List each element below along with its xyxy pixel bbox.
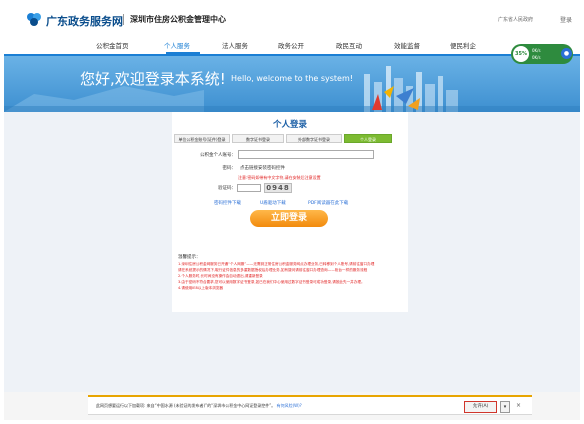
upload-speed: 0K/s: [532, 48, 541, 53]
nav-item-personal[interactable]: 个人服务: [164, 40, 190, 50]
account-input[interactable]: [238, 150, 374, 159]
site-title[interactable]: 广东政务服务网: [46, 13, 123, 29]
nav-item-convenience[interactable]: 便民利企: [450, 40, 476, 50]
nav-item-interaction[interactable]: 政民互动: [336, 40, 362, 50]
notice-line: 1.深圳住房公积金网服务已开通“个人网服”——无需到正常住房公积金服务网点办理业…: [178, 262, 375, 266]
usb-driver-download-link[interactable]: U盾驱动下载: [260, 200, 286, 206]
nav-item-supervision[interactable]: 效能监督: [394, 40, 420, 50]
notice-line: 3.由于密码不符合要求,您可以使用数字证书登录,如已在我们中心使用过数字证书登录…: [178, 280, 365, 284]
decorative-leaf-icon: [372, 86, 420, 110]
portal-link[interactable]: 广东省人民政府: [498, 16, 533, 23]
addon-notification-bar: 此网页想要运行以下加载项: 来自“中国水源 (未验证的发布者)”的“深圳市公积金…: [88, 395, 532, 415]
captcha-label: 验证码：: [218, 186, 236, 191]
speed-percent: 35%: [513, 46, 529, 62]
notice-title: 温馨提示：: [178, 255, 201, 260]
site-header: 广东政务服务网 深圳市住房公积金管理中心 广东省人民政府 登录: [4, 4, 580, 34]
nav-item-home[interactable]: 公积金首页: [96, 40, 129, 50]
main-content: 个人登录 单位公积金账号(证件)登录 数字证书登录 外部数字证书登录 个人登录 …: [4, 112, 580, 392]
guangdong-logo-icon: [27, 13, 41, 26]
header-login-link[interactable]: 登录: [560, 15, 572, 24]
download-speed: 0K/s: [532, 55, 541, 60]
hero-subtitle: Hello, welcome to the system!: [231, 74, 353, 83]
allow-button[interactable]: 允许(A): [464, 401, 497, 413]
speed-widget-toggle-icon[interactable]: ●: [561, 48, 572, 59]
header-divider: [123, 14, 124, 25]
account-label: 公积金个人账号：: [200, 153, 236, 158]
risk-info-link[interactable]: 有何风险(W)?: [277, 403, 302, 408]
captcha-image[interactable]: 0948: [264, 183, 292, 193]
password-control-hint[interactable]: 点击链接安装密码控件: [240, 165, 285, 171]
login-button[interactable]: 立即登录: [250, 210, 328, 227]
hero-title: 您好,欢迎登录本系统!: [80, 70, 226, 88]
tab-digital-cert[interactable]: 数字证书登录: [232, 134, 284, 143]
pdf-reader-download-link[interactable]: PDF阅读器在此下载: [308, 200, 348, 206]
notice-line: 4.请使用IE8以上版本浏览器: [178, 286, 223, 290]
tab-unit-account[interactable]: 单位公积金账号(证件)登录: [174, 134, 230, 143]
active-nav-underline: [166, 52, 200, 54]
notification-text: 此网页想要运行以下加载项: 来自“中国水源 (未验证的发布者)”的“深圳市公积金…: [96, 403, 302, 408]
browser-bottom-area: 此网页想要运行以下加载项: 来自“中国水源 (未验证的发布者)”的“深圳市公积金…: [4, 392, 580, 420]
captcha-input[interactable]: [237, 184, 261, 192]
nav-item-gov-info[interactable]: 政务公开: [278, 40, 304, 50]
login-title: 个人登录: [272, 120, 307, 130]
main-nav: 公积金首页 个人服务 法人服务 政务公开 政民互动 效能监督 便民利企: [4, 34, 580, 56]
nav-item-corporate[interactable]: 法人服务: [222, 40, 248, 50]
tab-external-cert[interactable]: 外部数字证书登录: [286, 134, 342, 143]
password-warning: 注意:密码如带有中文字符,请在安装后注意设置: [238, 175, 321, 180]
allow-options-dropdown[interactable]: ▾: [500, 401, 510, 413]
login-panel: 个人登录 单位公积金账号(证件)登录 数字证书登录 外部数字证书登录 个人登录 …: [172, 112, 408, 312]
notice-line: 2.个人服务时,长时间没有操作会自动退出,请重新登录: [178, 274, 263, 278]
password-control-download-link[interactable]: 密码控件下载: [214, 200, 241, 206]
hero-banner: 您好,欢迎登录本系统! Hello, welcome to the system…: [4, 56, 580, 112]
network-speed-widget[interactable]: 35% 0K/s 0K/s ●: [511, 44, 573, 64]
password-label: 密码：: [222, 166, 237, 171]
notice-line: 请在系统提示的情况下,取行证件信息的多重数据授权后办理业务,如有疑问请前往窗口办…: [178, 268, 368, 272]
center-title: 深圳市住房公积金管理中心: [130, 15, 226, 24]
browser-viewport: 广东政务服务网 深圳市住房公积金管理中心 广东省人民政府 登录 公积金首页 个人…: [4, 4, 580, 420]
close-icon[interactable]: ×: [516, 402, 521, 409]
tab-personal-login[interactable]: 个人登录: [344, 134, 392, 143]
